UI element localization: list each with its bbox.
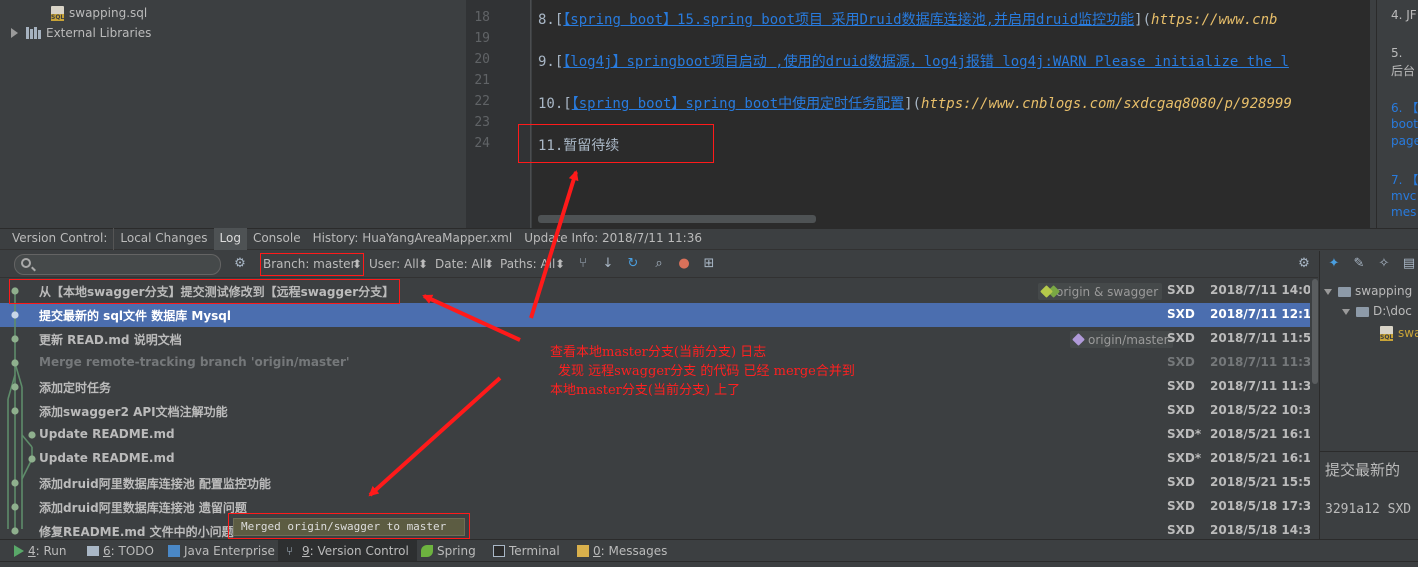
annotation-text-line1: 查看本地master分支(当前分支) 日志 xyxy=(550,345,767,360)
annotation-text-line3: 本地master分支(当前分支) 上了 xyxy=(550,383,741,398)
annotation-arrow xyxy=(368,376,502,497)
annotation-arrow xyxy=(529,170,579,319)
annotation-arrows xyxy=(368,170,579,497)
annotation-arrow xyxy=(422,294,521,342)
annotation-text-line2: 发现 远程swagger分支 的代码 已经 merge合并到 xyxy=(558,364,855,379)
